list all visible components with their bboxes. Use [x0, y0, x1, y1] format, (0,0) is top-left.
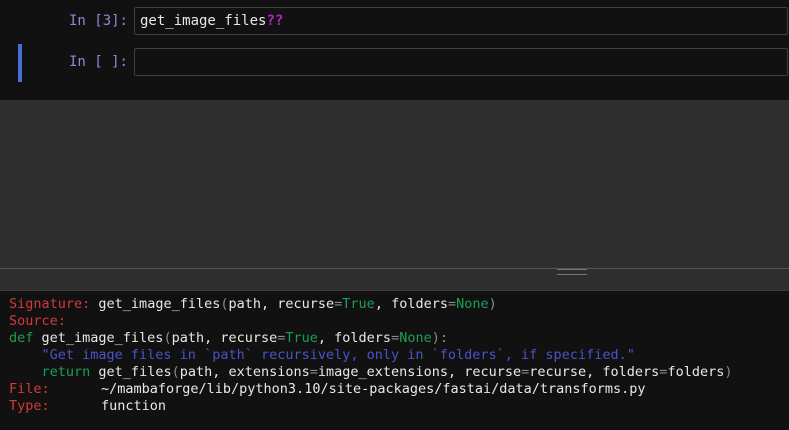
- file-line: File: ~/mambaforge/lib/python3.10/site-pa…: [9, 381, 646, 398]
- equals: =: [447, 296, 457, 312]
- paren: ): [488, 296, 497, 312]
- file-label: File:: [9, 381, 50, 397]
- code-cell-active[interactable]: In [ ]:: [0, 44, 789, 82]
- def-keyword: def: [9, 330, 34, 346]
- value-true: True: [285, 330, 318, 346]
- paren: (: [171, 364, 180, 380]
- return-line: return get_files(path, extensions=image_…: [9, 364, 733, 381]
- cell-prompt: In [3]:: [68, 13, 128, 29]
- params: , folders: [374, 296, 448, 312]
- args: image_extensions, recurse: [317, 364, 522, 380]
- paren: (: [163, 330, 172, 346]
- signature-name: get_image_files: [98, 296, 221, 312]
- active-cell-marker: [18, 44, 22, 82]
- pager-resize-handle[interactable]: [557, 269, 587, 275]
- params: path, recurse: [228, 296, 335, 312]
- code-editor[interactable]: get_image_files??: [134, 7, 788, 35]
- def-line: def get_image_files(path, recurse = True, …: [9, 330, 448, 347]
- return-call: get_files: [90, 364, 172, 380]
- type-value: function: [101, 398, 167, 414]
- docstring-line: "Get image files in `path` recursively, …: [9, 347, 635, 363]
- value-true: True: [342, 296, 375, 312]
- code-text-qmarks: ??: [266, 13, 284, 29]
- cell-prompt: In [ ]:: [68, 54, 128, 70]
- return-keyword: return: [41, 364, 91, 380]
- file-path: ~/mambaforge/lib/python3.10/site-package…: [101, 381, 646, 397]
- code-text: get_image_files??: [140, 8, 283, 34]
- code-cell-3[interactable]: In [3]: get_image_files??: [0, 6, 789, 38]
- params: path, recurse: [171, 330, 278, 346]
- args: folders: [667, 364, 725, 380]
- equals: =: [309, 364, 318, 380]
- pager-divider: [0, 268, 789, 269]
- code-text-main: get_image_files: [140, 13, 267, 29]
- help-pager: Signature: get_image_files(path, recurse…: [0, 290, 789, 430]
- notebook-area: In [3]: get_image_files?? In [ ]:: [0, 0, 789, 100]
- code-editor[interactable]: [134, 48, 788, 76]
- type-label: Type:: [9, 398, 50, 414]
- signature-label: Signature:: [9, 296, 91, 312]
- paren: ): [724, 364, 733, 380]
- equals: =: [391, 330, 400, 346]
- type-line: Type: function: [9, 398, 166, 415]
- paren: ):: [431, 330, 448, 346]
- args: path, extensions: [179, 364, 310, 380]
- params: , folders: [317, 330, 392, 346]
- value-none: None: [456, 296, 489, 312]
- source-label: Source:: [9, 313, 66, 329]
- value-none: None: [399, 330, 432, 346]
- def-name: get_image_files: [33, 330, 164, 346]
- source-line: Source:: [9, 313, 66, 330]
- args: recurse, folders: [529, 364, 660, 380]
- signature-line: Signature: get_image_files(path, recurse…: [9, 296, 497, 313]
